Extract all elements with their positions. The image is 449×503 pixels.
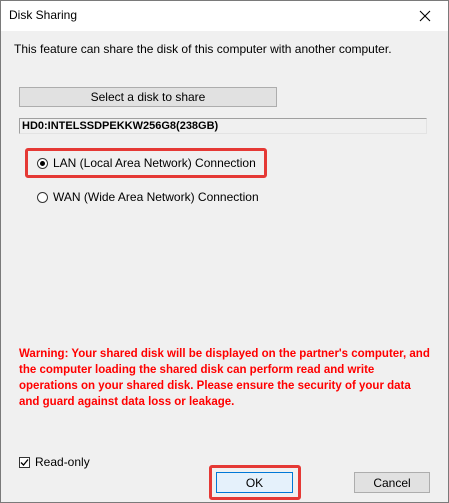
warning-text: Warning: Your shared disk will be displa…	[19, 348, 430, 408]
disk-sharing-dialog: Disk Sharing This feature can share the …	[0, 0, 449, 503]
description-text: This feature can share the disk of this …	[14, 42, 392, 56]
lan-connection-option[interactable]: LAN (Local Area Network) Connection	[37, 156, 256, 170]
lan-radio-label: LAN (Local Area Network) Connection	[53, 156, 256, 170]
read-only-option[interactable]: Read-only	[19, 455, 90, 469]
close-icon	[419, 10, 431, 22]
window-title: Disk Sharing	[9, 8, 78, 22]
checkmark-icon	[20, 458, 29, 466]
read-only-checkbox[interactable]	[19, 456, 30, 468]
cancel-button[interactable]: Cancel	[354, 472, 430, 493]
lan-radio[interactable]	[37, 157, 48, 169]
selected-disk-field: HD0:INTELSSDPEKKW256G8(238GB)	[19, 118, 427, 134]
wan-radio-label: WAN (Wide Area Network) Connection	[53, 190, 259, 204]
title-bar: Disk Sharing	[1, 1, 448, 31]
select-disk-button[interactable]: Select a disk to share	[19, 87, 277, 107]
wan-radio[interactable]	[37, 191, 48, 203]
wan-connection-option[interactable]: WAN (Wide Area Network) Connection	[37, 190, 259, 204]
ok-button[interactable]: OK	[216, 472, 293, 493]
close-button[interactable]	[402, 1, 448, 31]
read-only-label: Read-only	[35, 455, 90, 469]
